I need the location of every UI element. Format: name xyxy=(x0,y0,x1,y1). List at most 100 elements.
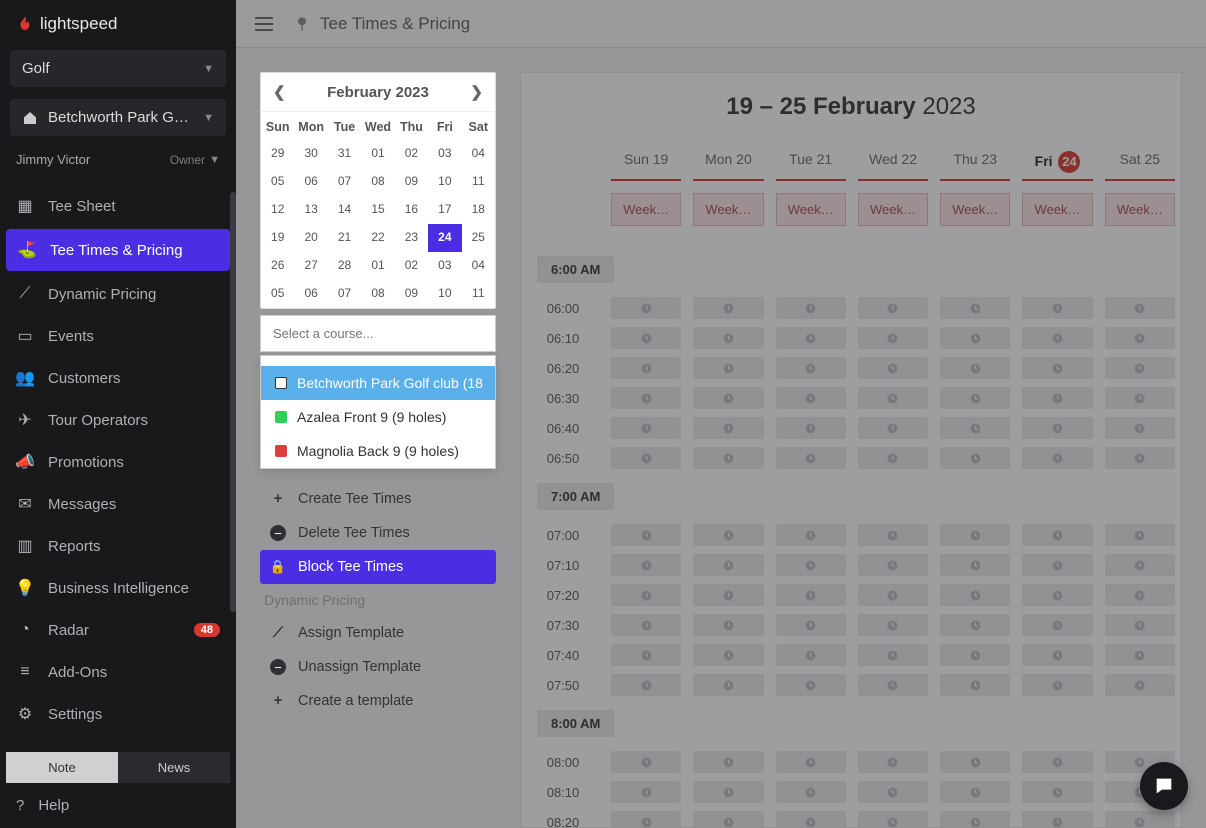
tee-time-slot[interactable] xyxy=(940,554,1010,576)
nav-item-messages[interactable]: ✉Messages xyxy=(0,483,236,525)
calendar-day[interactable]: 29 xyxy=(261,140,294,168)
tab-note[interactable]: Note xyxy=(6,752,118,783)
calendar-day[interactable]: 10 xyxy=(428,168,461,196)
nav-item-tee-times-pricing[interactable]: ⛳Tee Times & Pricing xyxy=(6,229,230,271)
tee-time-slot[interactable] xyxy=(1022,327,1092,349)
tee-time-slot[interactable] xyxy=(776,297,846,319)
chat-launcher[interactable] xyxy=(1140,762,1188,810)
tee-time-slot[interactable] xyxy=(1105,447,1175,469)
tee-time-slot[interactable] xyxy=(1022,417,1092,439)
calendar-day[interactable]: 14 xyxy=(328,196,361,224)
action-create-a-template[interactable]: +Create a template xyxy=(260,684,496,718)
action-unassign-template[interactable]: −Unassign Template xyxy=(260,650,496,684)
tee-time-slot[interactable] xyxy=(1105,327,1175,349)
nav-item-business-intelligence[interactable]: 💡Business Intelligence xyxy=(0,567,236,609)
tee-time-slot[interactable] xyxy=(1105,554,1175,576)
tee-time-slot[interactable] xyxy=(940,297,1010,319)
tee-time-slot[interactable] xyxy=(858,327,928,349)
calendar-day[interactable]: 23 xyxy=(395,224,428,252)
tee-time-slot[interactable] xyxy=(858,357,928,379)
day-column-header[interactable]: Thu 23 xyxy=(940,151,1010,181)
tee-time-slot[interactable] xyxy=(1105,614,1175,636)
tee-time-slot[interactable] xyxy=(693,554,763,576)
calendar-day[interactable]: 24 xyxy=(428,224,461,252)
tee-time-slot[interactable] xyxy=(1105,297,1175,319)
calendar-day[interactable]: 04 xyxy=(462,140,495,168)
tee-time-slot[interactable] xyxy=(858,811,928,827)
tee-time-slot[interactable] xyxy=(858,614,928,636)
tee-time-slot[interactable] xyxy=(1105,417,1175,439)
day-column-header[interactable]: Wed 22 xyxy=(858,151,928,181)
calendar-day[interactable]: 15 xyxy=(361,196,394,224)
calendar-day[interactable]: 09 xyxy=(395,168,428,196)
user-row[interactable]: Jimmy Victor Owner ▼ xyxy=(0,142,236,185)
tee-time-slot[interactable] xyxy=(940,644,1010,666)
tee-time-slot[interactable] xyxy=(693,417,763,439)
calendar-day[interactable]: 06 xyxy=(294,280,327,308)
tee-time-slot[interactable] xyxy=(1105,644,1175,666)
tee-time-slot[interactable] xyxy=(693,387,763,409)
tee-time-slot[interactable] xyxy=(1105,357,1175,379)
calendar-day[interactable]: 08 xyxy=(361,168,394,196)
sidebar-help[interactable]: ? Help xyxy=(0,783,236,828)
calendar-day[interactable]: 25 xyxy=(462,224,495,252)
tee-time-slot[interactable] xyxy=(1022,584,1092,606)
tee-time-slot[interactable] xyxy=(1022,447,1092,469)
product-dropdown[interactable]: Golf ▼ xyxy=(10,50,226,87)
calendar-day[interactable]: 05 xyxy=(261,280,294,308)
tee-time-slot[interactable] xyxy=(776,447,846,469)
tab-news[interactable]: News xyxy=(118,752,230,783)
tee-time-slot[interactable] xyxy=(1022,357,1092,379)
day-column-header[interactable]: Sun 19 xyxy=(611,151,681,181)
calendar-day[interactable]: 03 xyxy=(428,140,461,168)
calendar-day[interactable]: 26 xyxy=(261,252,294,280)
tee-time-slot[interactable] xyxy=(611,357,681,379)
day-column-header[interactable]: Mon 20 xyxy=(693,151,763,181)
calendar-day[interactable]: 20 xyxy=(294,224,327,252)
tee-time-slot[interactable] xyxy=(940,584,1010,606)
tee-time-slot[interactable] xyxy=(776,811,846,827)
course-option[interactable]: Azalea Front 9 (9 holes) xyxy=(261,400,495,434)
hamburger-button[interactable] xyxy=(252,12,276,36)
calendar-day[interactable]: 18 xyxy=(462,196,495,224)
nav-item-radar[interactable]: ◔Radar48 xyxy=(0,609,236,651)
tee-time-slot[interactable] xyxy=(611,297,681,319)
tee-time-slot[interactable] xyxy=(1105,524,1175,546)
tee-time-slot[interactable] xyxy=(940,674,1010,696)
tee-time-slot[interactable] xyxy=(776,387,846,409)
nav-item-tour-operators[interactable]: ✈Tour Operators xyxy=(0,399,236,441)
week-template-cell[interactable]: Week… xyxy=(1022,193,1092,226)
tee-time-slot[interactable] xyxy=(858,674,928,696)
week-template-cell[interactable]: Week… xyxy=(940,193,1010,226)
tee-time-slot[interactable] xyxy=(611,524,681,546)
calendar-day[interactable]: 31 xyxy=(328,140,361,168)
action-assign-template[interactable]: ⟋Assign Template xyxy=(260,616,496,650)
tee-time-slot[interactable] xyxy=(776,674,846,696)
nav-item-promotions[interactable]: 📣Promotions xyxy=(0,441,236,483)
calendar-day[interactable]: 22 xyxy=(361,224,394,252)
tee-time-slot[interactable] xyxy=(776,584,846,606)
tee-time-slot[interactable] xyxy=(1105,584,1175,606)
tee-time-slot[interactable] xyxy=(693,357,763,379)
day-column-header[interactable]: Sat 25 xyxy=(1105,151,1175,181)
tee-time-slot[interactable] xyxy=(693,811,763,827)
calendar-day[interactable]: 11 xyxy=(462,168,495,196)
tee-time-slot[interactable] xyxy=(1022,387,1092,409)
calendar-day[interactable]: 21 xyxy=(328,224,361,252)
week-template-cell[interactable]: Week… xyxy=(858,193,928,226)
tee-time-slot[interactable] xyxy=(940,781,1010,803)
tee-time-slot[interactable] xyxy=(1022,524,1092,546)
tee-time-slot[interactable] xyxy=(858,524,928,546)
tee-time-slot[interactable] xyxy=(611,327,681,349)
tee-time-slot[interactable] xyxy=(693,447,763,469)
nav-item-add-ons[interactable]: ≡Add-Ons xyxy=(0,651,236,693)
tee-time-slot[interactable] xyxy=(611,554,681,576)
tee-time-slot[interactable] xyxy=(1022,297,1092,319)
tee-time-slot[interactable] xyxy=(611,447,681,469)
tee-time-slot[interactable] xyxy=(693,327,763,349)
day-column-header[interactable]: Fri 24 xyxy=(1022,151,1092,181)
calendar-day[interactable]: 27 xyxy=(294,252,327,280)
nav-item-events[interactable]: ▭Events xyxy=(0,315,236,357)
nav-item-tee-sheet[interactable]: ▦Tee Sheet xyxy=(0,185,236,227)
tee-time-slot[interactable] xyxy=(693,584,763,606)
